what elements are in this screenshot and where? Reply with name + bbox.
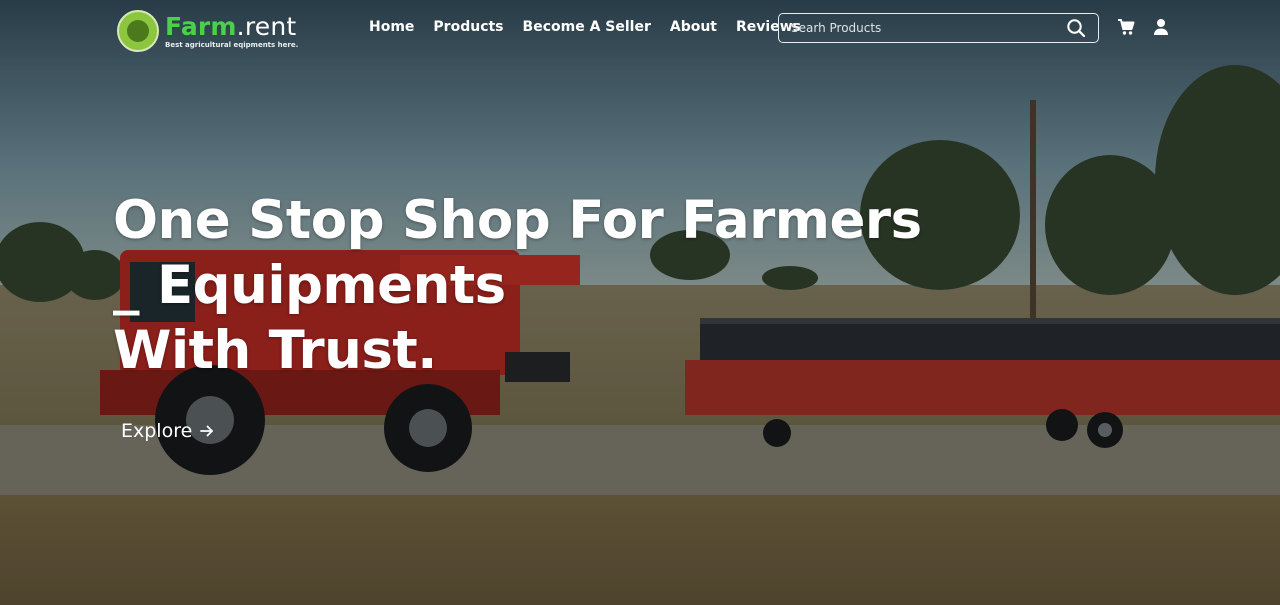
main-nav: Home Products Become A Seller About Revi… <box>369 17 820 37</box>
brand-tagline: Best agricultural eqipments here. <box>165 41 299 49</box>
search-input[interactable] <box>779 20 1066 36</box>
search-icon[interactable] <box>1066 18 1086 38</box>
brand-name: Farm.rent <box>165 12 297 41</box>
logo[interactable]: Farm.rent Best agricultural eqipments he… <box>117 10 298 52</box>
nav-about[interactable]: About <box>670 17 717 37</box>
headline-line-3: With Trust. <box>113 320 437 381</box>
explore-button[interactable]: Explore <box>121 420 214 442</box>
search-box <box>778 13 1099 43</box>
cart-icon[interactable] <box>1117 18 1135 36</box>
logo-badge-icon <box>117 10 159 52</box>
hero-headline: One Stop Shop For Farmers _ Equipments W… <box>113 188 922 383</box>
explore-label: Explore <box>121 420 193 442</box>
headline-line-2: _ Equipments <box>113 255 506 316</box>
nav-home[interactable]: Home <box>369 17 414 37</box>
arrow-right-icon <box>200 425 214 437</box>
nav-products[interactable]: Products <box>433 17 503 37</box>
user-icon[interactable] <box>1152 18 1170 36</box>
nav-become-a-seller[interactable]: Become A Seller <box>523 17 651 37</box>
headline-line-1: One Stop Shop For Farmers <box>113 190 922 251</box>
